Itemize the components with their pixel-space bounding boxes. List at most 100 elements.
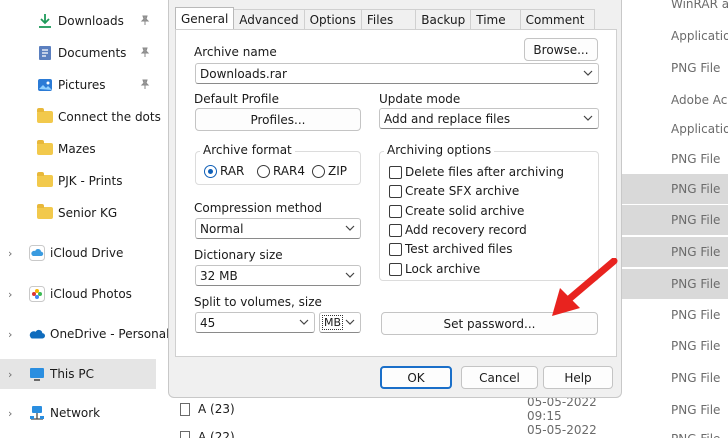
- chevron-down-icon: [345, 319, 355, 325]
- tab-time[interactable]: Time: [470, 9, 521, 29]
- help-button[interactable]: Help: [543, 366, 613, 389]
- radio-dot: [204, 164, 217, 178]
- lock-archive-checkbox[interactable]: Lock archive: [389, 262, 480, 276]
- chevron-right-icon[interactable]: ›: [8, 368, 16, 381]
- dictionary-size-label: Dictionary size: [194, 248, 283, 262]
- file-type-cell: PNG File: [622, 174, 728, 204]
- file-type-cell: PNG File: [622, 269, 728, 299]
- table-row[interactable]: A (22) 05-05-2022 09:15: [168, 423, 628, 438]
- split-size-combobox[interactable]: 45: [195, 312, 315, 333]
- archive-name-value: Downloads.rar: [200, 66, 287, 81]
- sidebar-item-label: Network: [50, 406, 101, 420]
- sidebar-item-connect-the-dots[interactable]: Connect the dots: [0, 102, 161, 132]
- sidebar-item-label: Downloads: [58, 14, 124, 28]
- file-type-cell: Application: [671, 122, 728, 136]
- test-archived-files-checkbox[interactable]: Test archived files: [389, 242, 512, 256]
- tab-bar: General Advanced Options Files Backup Ti…: [175, 7, 596, 29]
- folder-icon: [37, 140, 53, 157]
- tab-general[interactable]: General: [175, 7, 235, 29]
- dictionary-size-value: 32 MB: [200, 268, 238, 283]
- create-solid-checkbox[interactable]: Create solid archive: [389, 204, 524, 218]
- sidebar-item-label: This PC: [50, 367, 94, 381]
- tab-options[interactable]: Options: [303, 9, 362, 29]
- checkbox-box: [389, 204, 402, 218]
- sidebar-item-documents[interactable]: Documents: [0, 38, 156, 68]
- update-mode-label: Update mode: [379, 92, 461, 106]
- sidebar-item-label: Senior KG: [58, 206, 118, 220]
- sidebar-item-senior-kg[interactable]: Senior KG: [0, 198, 156, 228]
- tab-backup[interactable]: Backup: [415, 9, 472, 29]
- file-type-cell: PNG File: [671, 61, 721, 75]
- this-pc-icon: [29, 366, 45, 382]
- table-row[interactable]: A (23) 05-05-2022 09:15: [168, 395, 628, 423]
- chevron-right-icon[interactable]: ›: [8, 328, 16, 341]
- chevron-down-icon: [583, 115, 593, 121]
- sidebar-item-network[interactable]: › Network: [0, 398, 156, 428]
- file-type-cell: PNG File: [622, 205, 728, 235]
- archive-name-and-parameters-dialog: General Advanced Options Files Backup Ti…: [168, 0, 622, 398]
- sidebar-item-downloads[interactable]: Downloads: [0, 6, 156, 36]
- folder-icon: [37, 204, 53, 221]
- default-profile-label: Default Profile: [194, 92, 279, 106]
- file-name: A (22): [198, 430, 235, 438]
- download-icon: [37, 13, 53, 29]
- compression-method-dropdown[interactable]: Normal: [195, 218, 361, 239]
- image-file-icon: [180, 430, 190, 438]
- sidebar-item-icloud-drive[interactable]: › iCloud Drive: [0, 238, 156, 268]
- chevron-down-icon: [345, 272, 355, 278]
- file-type-cell: WinRAR ar: [671, 0, 728, 11]
- tab-comment[interactable]: Comment: [519, 9, 596, 29]
- sidebar-item-pictures[interactable]: Pictures: [0, 70, 156, 100]
- sidebar-item-icloud-photos[interactable]: › iCloud Photos: [0, 279, 156, 309]
- delete-files-checkbox[interactable]: Delete files after archiving: [389, 165, 564, 179]
- format-zip-label: ZIP: [328, 164, 347, 178]
- sidebar-item-label: Mazes: [58, 142, 96, 156]
- radio-dot: [257, 164, 270, 178]
- sidebar-item-label: iCloud Photos: [50, 287, 132, 301]
- chevron-right-icon[interactable]: ›: [8, 407, 16, 420]
- file-date: 05-05-2022 09:15: [527, 423, 597, 438]
- format-rar-radio[interactable]: RAR: [204, 164, 244, 178]
- update-mode-value: Add and replace files: [384, 111, 511, 126]
- documents-icon: [37, 45, 53, 61]
- split-unit-dropdown[interactable]: MB: [319, 312, 361, 333]
- format-rar4-radio[interactable]: RAR4: [257, 164, 305, 178]
- format-rar4-label: RAR4: [273, 164, 306, 178]
- tab-files[interactable]: Files: [360, 9, 417, 29]
- set-password-button[interactable]: Set password...: [381, 312, 598, 335]
- pin-icon[interactable]: [140, 79, 150, 92]
- sidebar-item-onedrive[interactable]: › OneDrive - Personal: [0, 319, 169, 349]
- checkbox-box: [389, 223, 402, 237]
- sidebar-item-this-pc[interactable]: › This PC: [0, 359, 156, 389]
- update-mode-dropdown[interactable]: Add and replace files: [379, 108, 599, 129]
- format-zip-radio[interactable]: ZIP: [312, 164, 347, 178]
- pin-icon[interactable]: [140, 47, 150, 60]
- file-type-cell: PNG File: [671, 403, 721, 417]
- checkbox-label: Add recovery record: [405, 223, 527, 237]
- general-tab-panel: Archive name Browse... Downloads.rar Def…: [175, 29, 617, 357]
- sidebar-item-pjk-prints[interactable]: PJK - Prints: [0, 166, 156, 196]
- file-type-cell: PNG File: [671, 308, 721, 322]
- add-recovery-record-checkbox[interactable]: Add recovery record: [389, 223, 527, 237]
- file-type-cell: Adobe Acr: [671, 93, 728, 107]
- onedrive-icon: [29, 326, 45, 342]
- format-rar-label: RAR: [220, 164, 245, 178]
- folder-icon: [37, 108, 53, 125]
- folder-icon: [37, 172, 53, 189]
- dictionary-size-dropdown[interactable]: 32 MB: [195, 265, 361, 286]
- archive-name-combobox[interactable]: Downloads.rar: [195, 63, 599, 84]
- sidebar-item-mazes[interactable]: Mazes: [0, 134, 156, 164]
- tab-advanced[interactable]: Advanced: [233, 9, 305, 29]
- sidebar-item-label: Documents: [58, 46, 127, 60]
- cancel-button[interactable]: Cancel: [461, 366, 538, 389]
- pin-icon[interactable]: [140, 15, 150, 28]
- ok-button[interactable]: OK: [380, 366, 452, 389]
- profiles-button[interactable]: Profiles...: [195, 108, 361, 131]
- browse-button[interactable]: Browse...: [524, 38, 598, 61]
- file-type-cell: PNG File: [671, 339, 721, 353]
- chevron-right-icon[interactable]: ›: [8, 247, 16, 260]
- create-sfx-checkbox[interactable]: Create SFX archive: [389, 184, 519, 198]
- archiving-options-label: Archiving options: [384, 143, 495, 157]
- file-type-cell: Application: [671, 29, 728, 43]
- chevron-right-icon[interactable]: ›: [8, 288, 16, 301]
